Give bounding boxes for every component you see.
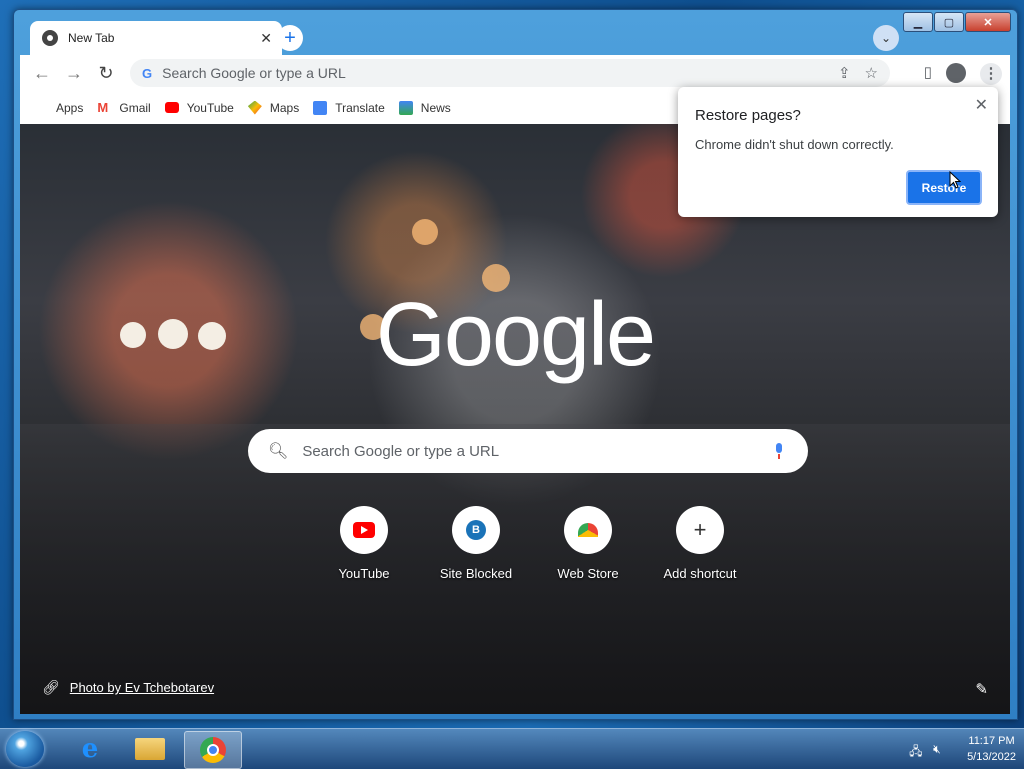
link-icon: 🔗︎ [42, 679, 60, 695]
bookmark-label: Apps [56, 100, 84, 115]
youtube-icon [353, 522, 375, 538]
webstore-icon [578, 523, 598, 537]
mouse-cursor-icon [949, 171, 961, 189]
shortcut-site-blocked[interactable]: B Site Blocked [428, 506, 524, 581]
clock-time: 11:17 PM [968, 735, 1015, 747]
b-letter-icon: B [466, 520, 486, 540]
shortcut-label: Site Blocked [439, 566, 513, 581]
shortcut-youtube[interactable]: YouTube [316, 506, 412, 581]
profile-avatar-icon[interactable] [946, 63, 966, 83]
customize-pencil-icon[interactable]: ✎ [975, 680, 988, 698]
restore-button[interactable]: Restore [906, 170, 982, 205]
dialog-message: Chrome didn't shut down correctly. [695, 137, 894, 152]
forward-icon[interactable]: → [64, 63, 84, 83]
ntp-search-box[interactable]: 🔍︎ Search Google or type a URL [248, 429, 808, 473]
clock[interactable]: 11:17 PM 5/13/2022 [967, 733, 1016, 765]
bookmark-star-icon[interactable]: ☆ [865, 64, 878, 82]
shortcut-label: YouTube [338, 566, 390, 581]
share-icon[interactable]: ⇪ [838, 64, 851, 82]
chevron-down-icon: ⌄ [880, 31, 892, 45]
internet-explorer-icon: e [81, 734, 99, 764]
google-g-icon: G [142, 65, 153, 81]
bookmark-label: Translate [335, 100, 385, 115]
tab-new-tab[interactable]: New Tab ✕ [30, 21, 282, 55]
shortcut-web-store[interactable]: Web Store [540, 506, 636, 581]
bookmark-news[interactable]: News [398, 100, 451, 115]
google-logo: Google [375, 285, 656, 385]
taskbar-chrome[interactable] [184, 731, 242, 769]
clock-date: 5/13/2022 [967, 751, 1016, 763]
apps-icon [34, 101, 48, 115]
plus-icon: + [693, 517, 707, 542]
bookmark-label: Gmail [119, 100, 151, 115]
minimize-button[interactable]: ▁ [903, 12, 933, 32]
photo-credit[interactable]: 🔗︎ Photo by Ev Tchebotarev [42, 679, 214, 696]
side-panel-icon[interactable]: ▯ [924, 63, 932, 85]
network-icon[interactable]: 🖧 [909, 742, 925, 758]
bookmark-youtube[interactable]: YouTube [164, 100, 234, 115]
bookmark-gmail[interactable]: M Gmail [97, 99, 151, 115]
restore-pages-dialog: Restore pages? Chrome didn't shut down c… [678, 87, 998, 217]
system-tray: 🖧 🔇︎ 11:17 PM 5/13/2022 [909, 733, 1016, 765]
bookmark-translate[interactable]: Translate [313, 100, 385, 115]
tab-search-button[interactable]: ⌄ [873, 25, 899, 51]
omnibox[interactable]: G Search Google or type a URL ⇪ ☆ [130, 59, 890, 87]
taskbar-internet-explorer[interactable]: e [62, 731, 118, 767]
shortcut-label: Add shortcut [663, 566, 737, 581]
close-icon[interactable]: ✕ [975, 95, 988, 115]
dialog-title: Restore pages? [695, 107, 801, 124]
volume-muted-icon[interactable]: 🔇︎ [933, 742, 949, 756]
search-icon: 🔍︎ [268, 443, 289, 460]
youtube-icon [164, 102, 179, 113]
folder-icon [135, 738, 165, 760]
new-tab-button[interactable]: + [277, 25, 303, 51]
gmail-icon: M [97, 99, 109, 115]
bookmark-label: News [420, 100, 451, 115]
toolbar: ← → ↻ G Search Google or type a URL ⇪ ☆ … [20, 55, 1010, 91]
photo-credit-link[interactable]: Photo by Ev Tchebotarev [70, 680, 214, 695]
maps-icon [247, 100, 262, 115]
microphone-icon[interactable] [774, 443, 784, 459]
menu-kebab-icon[interactable]: ⋮ [980, 63, 1002, 85]
reload-icon[interactable]: ↻ [96, 63, 116, 83]
tab-title: New Tab [68, 31, 115, 45]
ntp-search-input[interactable]: Search Google or type a URL [302, 443, 774, 460]
bookmark-label: Maps [269, 100, 300, 115]
taskbar: e 🖧 🔇︎ 11:17 PM 5/13/2022 [0, 728, 1024, 769]
taskbar-file-explorer[interactable] [122, 731, 178, 767]
shortcut-add[interactable]: + Add shortcut [652, 506, 748, 581]
tab-close-icon[interactable]: ✕ [260, 30, 272, 47]
shortcut-label: Web Store [557, 566, 619, 581]
chrome-icon [200, 737, 226, 763]
bookmark-maps[interactable]: Maps [247, 100, 300, 115]
window-controls: ▁ ▢ ✕ [902, 12, 1011, 32]
maximize-button[interactable]: ▢ [934, 12, 964, 32]
close-window-button[interactable]: ✕ [965, 12, 1011, 32]
chrome-favicon-icon [42, 30, 58, 46]
bokeh-light [412, 219, 438, 245]
news-icon [398, 100, 413, 115]
bookmark-label: YouTube [186, 100, 234, 115]
start-button[interactable] [6, 731, 44, 767]
shortcuts-grid: YouTube B Site Blocked Web Store + Add s… [316, 506, 748, 581]
omnibox-input[interactable]: Search Google or type a URL [162, 65, 838, 81]
translate-icon [313, 100, 328, 115]
back-icon[interactable]: ← [32, 63, 52, 83]
bookmark-apps[interactable]: Apps [34, 101, 83, 115]
